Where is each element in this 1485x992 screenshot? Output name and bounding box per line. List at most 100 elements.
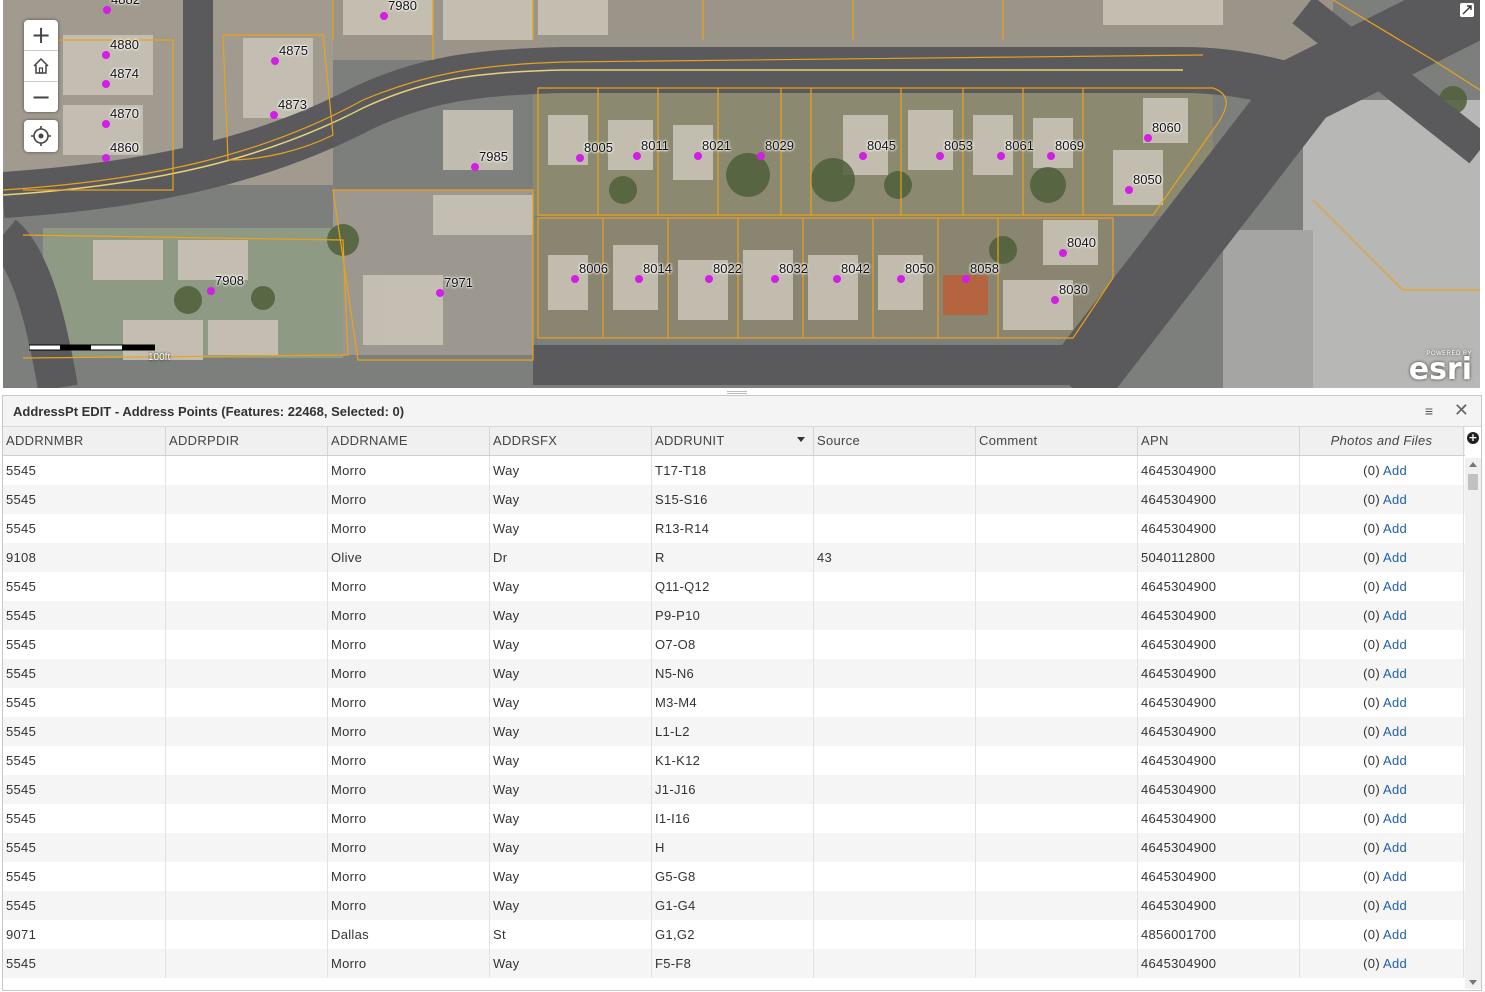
cell-source[interactable] [814,746,976,775]
column-header-addrname[interactable]: ADDRNAME [328,427,490,455]
cell-addrname[interactable]: Morro [328,891,490,920]
cell-addrname[interactable]: Morro [328,833,490,862]
address-point-marker[interactable] [897,275,905,283]
cell-source[interactable] [814,572,976,601]
cell-addrunit[interactable]: P9-P10 [652,601,814,630]
cell-apn[interactable]: 4645304900 [1138,688,1300,717]
vertical-scrollbar[interactable] [1465,458,1481,989]
add-attachment-link[interactable]: Add [1383,521,1407,536]
cell-addrsfx[interactable]: Way [490,485,652,514]
cell-addrnmbr[interactable]: 5545 [3,514,166,543]
address-point-marker[interactable] [571,275,579,283]
address-point-marker[interactable] [103,6,111,14]
cell-addrpdir[interactable] [166,543,328,572]
cell-addrname[interactable]: Morro [328,804,490,833]
cell-addrname[interactable]: Morro [328,775,490,804]
cell-addrpdir[interactable] [166,949,328,978]
address-point-marker[interactable] [936,152,944,160]
zoom-in-button[interactable]: + [24,20,58,51]
cell-addrunit[interactable]: R [652,543,814,572]
cell-comment[interactable] [976,746,1138,775]
cell-addrnmbr[interactable]: 5545 [3,775,166,804]
cell-addrunit[interactable]: H [652,833,814,862]
address-point-marker[interactable] [1051,296,1059,304]
cell-source[interactable]: 43 [814,543,976,572]
cell-addrsfx[interactable]: Way [490,804,652,833]
add-attachment-link[interactable]: Add [1383,608,1407,623]
add-attachment-link[interactable]: Add [1383,579,1407,594]
cell-apn[interactable]: 4856001700 [1138,920,1300,949]
address-point-marker[interactable] [705,275,713,283]
cell-source[interactable] [814,833,976,862]
cell-addrname[interactable]: Morro [328,949,490,978]
cell-comment[interactable] [976,543,1138,572]
scrollbar-thumb[interactable] [1468,474,1478,490]
table-row[interactable]: 9071 Dallas St G1,G2 4856001700 (0) Add [3,920,1465,949]
cell-source[interactable] [814,862,976,891]
cell-apn[interactable]: 4645304900 [1138,833,1300,862]
cell-apn[interactable]: 4645304900 [1138,891,1300,920]
cell-addrsfx[interactable]: Way [490,456,652,485]
cell-addrnmbr[interactable]: 5545 [3,862,166,891]
table-row[interactable]: 5545 Morro Way H 4645304900 (0) Add [3,833,1465,862]
cell-addrname[interactable]: Morro [328,862,490,891]
cell-addrpdir[interactable] [166,630,328,659]
cell-addrname[interactable]: Morro [328,456,490,485]
add-attachment-link[interactable]: Add [1383,840,1407,855]
table-row[interactable]: 5545 Morro Way K1-K12 4645304900 (0) Add [3,746,1465,775]
column-header-comment[interactable]: Comment [976,427,1138,455]
cell-addrsfx[interactable]: Way [490,949,652,978]
locate-button[interactable] [24,120,58,152]
cell-apn[interactable]: 4645304900 [1138,572,1300,601]
address-point-marker[interactable] [102,120,110,128]
table-row[interactable]: 9108 Olive Dr R 43 5040112800 (0) Add [3,543,1465,572]
cell-addrname[interactable]: Morro [328,601,490,630]
cell-source[interactable] [814,601,976,630]
cell-addrname[interactable]: Morro [328,514,490,543]
add-attachment-link[interactable]: Add [1383,666,1407,681]
cell-comment[interactable] [976,949,1138,978]
cell-addrnmbr[interactable]: 9071 [3,920,166,949]
cell-apn[interactable]: 4645304900 [1138,659,1300,688]
cell-source[interactable] [814,804,976,833]
cell-addrpdir[interactable] [166,920,328,949]
expand-map-button[interactable] [1460,3,1474,17]
address-point-marker[interactable] [271,57,279,65]
cell-addrname[interactable]: Morro [328,717,490,746]
cell-comment[interactable] [976,862,1138,891]
add-attachment-link[interactable]: Add [1383,753,1407,768]
address-point-marker[interactable] [997,152,1005,160]
cell-addrpdir[interactable] [166,688,328,717]
address-point-marker[interactable] [633,152,641,160]
add-attachment-link[interactable]: Add [1383,550,1407,565]
cell-addrsfx[interactable]: Way [490,746,652,775]
cell-addrunit[interactable]: L1-L2 [652,717,814,746]
cell-comment[interactable] [976,485,1138,514]
scroll-up-arrow-icon[interactable] [1469,462,1477,467]
cell-addrname[interactable]: Olive [328,543,490,572]
cell-addrpdir[interactable] [166,659,328,688]
cell-addrsfx[interactable]: Way [490,717,652,746]
cell-addrunit[interactable]: K1-K12 [652,746,814,775]
cell-addrunit[interactable]: J1-J16 [652,775,814,804]
scroll-down-arrow-icon[interactable] [1469,980,1477,985]
cell-apn[interactable]: 4645304900 [1138,456,1300,485]
column-header-photos-and-files[interactable]: Photos and Files [1300,427,1464,455]
cell-comment[interactable] [976,891,1138,920]
table-row[interactable]: 5545 Morro Way N5-N6 4645304900 (0) Add [3,659,1465,688]
cell-addrpdir[interactable] [166,891,328,920]
close-icon[interactable]: ✕ [1454,400,1469,421]
cell-addrpdir[interactable] [166,717,328,746]
cell-source[interactable] [814,456,976,485]
cell-addrunit[interactable]: M3-M4 [652,688,814,717]
cell-addrsfx[interactable]: St [490,920,652,949]
cell-addrnmbr[interactable]: 5545 [3,804,166,833]
cell-addrpdir[interactable] [166,775,328,804]
cell-comment[interactable] [976,456,1138,485]
add-attachment-link[interactable]: Add [1383,695,1407,710]
cell-addrsfx[interactable]: Way [490,891,652,920]
address-point-marker[interactable] [207,287,215,295]
address-point-marker[interactable] [270,111,278,119]
add-attachment-link[interactable]: Add [1383,463,1407,478]
cell-addrsfx[interactable]: Way [490,514,652,543]
